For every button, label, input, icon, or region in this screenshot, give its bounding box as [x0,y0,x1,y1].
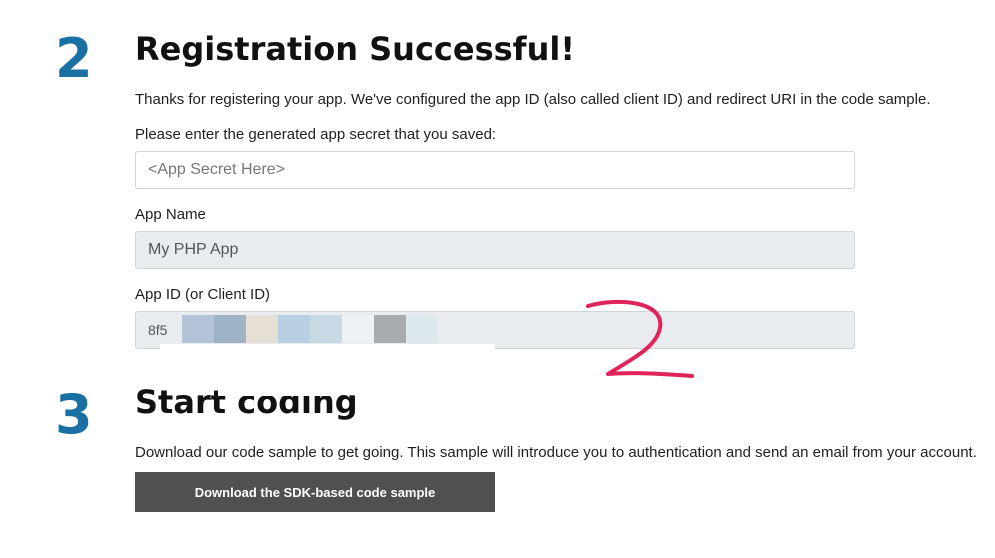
redaction-block [406,315,438,343]
app-id-label: App ID (or Client ID) [135,286,271,303]
redaction-block [374,315,406,343]
app-name-label: App Name [135,206,206,223]
redaction-block [182,315,214,343]
redaction-block [310,315,342,343]
redaction-block [214,315,246,343]
secret-prompt-label: Please enter the generated app secret th… [135,126,497,143]
start-coding-description: Download our code sample to get going. T… [135,444,977,461]
redaction-block [342,315,374,343]
app-id-redaction [160,310,500,352]
handwritten-two-annotation [586,300,694,378]
step-number-2: 2 [55,27,93,90]
registration-intro: Thanks for registering your app. We've c… [135,91,931,108]
redaction-block [246,315,278,343]
app-secret-input[interactable] [135,151,855,189]
step-number-3: 3 [55,383,93,446]
redaction-strip [160,344,495,352]
download-sdk-sample-button[interactable]: Download the SDK-based code sample [135,472,495,512]
registration-page: 2 Registration Successful! Thanks for re… [0,0,995,558]
redaction-block [278,315,310,343]
app-name-field[interactable] [135,231,855,269]
registration-title: Registration Successful! [135,30,575,68]
title-occlusion [218,385,338,396]
